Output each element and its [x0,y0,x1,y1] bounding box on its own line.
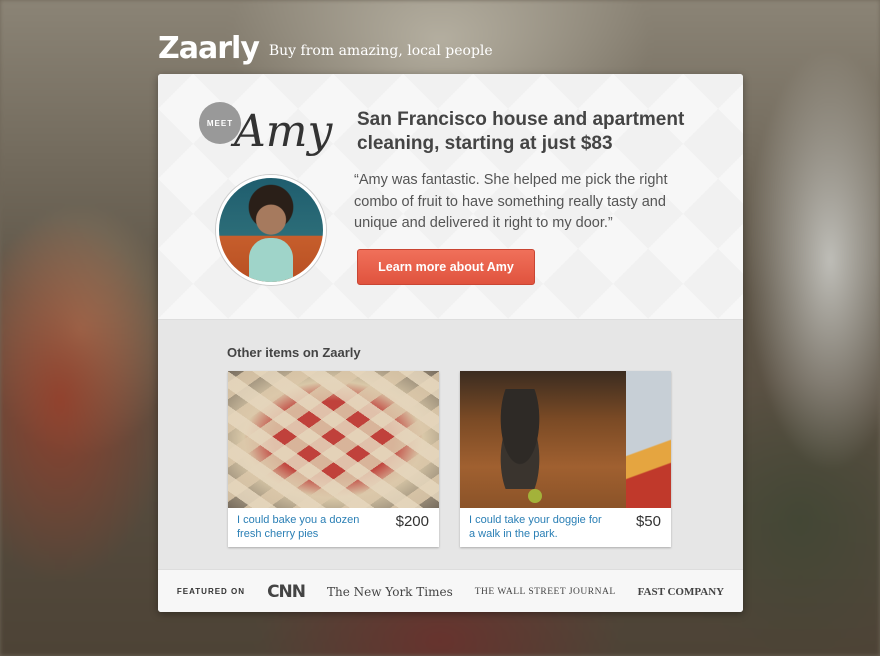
item-card-cherry-pies[interactable]: I could bake you a dozen fresh cherry pi… [228,371,439,547]
item-description[interactable]: I could bake you a dozen fresh cherry pi… [237,514,377,541]
dog-photo[interactable] [460,371,671,508]
cherry-pie-photo[interactable] [228,371,439,508]
site-header: Zaarly Buy from amazing, local people [158,28,493,64]
other-items-section: Other items on Zaarly I could bake you a… [158,319,743,570]
other-items-title: Other items on Zaarly [227,345,361,360]
learn-more-button[interactable]: Learn more about Amy [357,249,535,285]
seller-avatar [216,175,326,285]
cnn-logo: CNN [267,581,306,602]
nyt-logo: The New York Times [327,584,453,599]
main-card: MEET Amy San Francisco house and apartme… [158,74,743,612]
seller-hero: MEET Amy San Francisco house and apartme… [158,74,743,319]
painting-graphic [626,371,671,508]
ball-graphic [528,489,542,503]
fast-company-logo: FAST COMPANY [637,585,725,598]
featured-label: FEATURED ON [176,587,246,596]
item-price: $200 [395,513,429,530]
seller-name: Amy [234,106,333,157]
testimonial-quote: “Amy was fantastic. She helped me pick t… [354,172,668,231]
dog-graphic [490,389,550,489]
avatar-figure [249,238,293,282]
zaarly-logo[interactable]: Zaarly [158,34,260,64]
item-price: $50 [635,513,661,530]
item-description[interactable]: I could take your doggie for a walk in t… [469,514,609,541]
wsj-logo: THE WALL STREET JOURNAL [474,586,616,597]
item-card-dog-walk[interactable]: I could take your doggie for a walk in t… [460,371,671,547]
hero-headline: San Francisco house and apartment cleani… [357,109,685,154]
tagline: Buy from amazing, local people [268,43,493,59]
featured-on-bar: FEATURED ON CNN The New York Times THE W… [158,569,743,612]
